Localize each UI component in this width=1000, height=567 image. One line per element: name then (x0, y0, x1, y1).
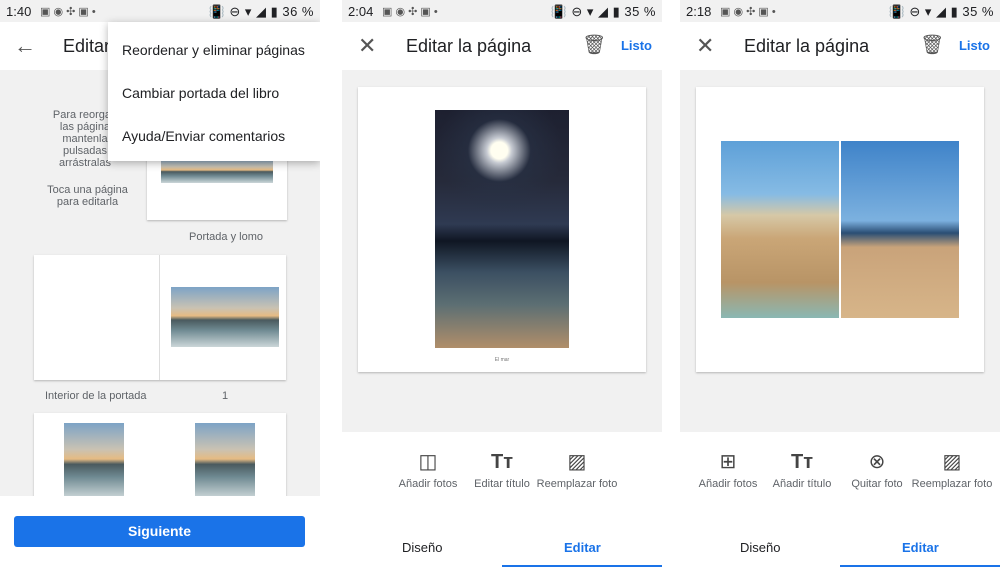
app-bar: ✕ Editar la página 🗑 Listo (342, 22, 662, 70)
close-icon[interactable]: ✕ (696, 33, 714, 59)
hint-line: para editarla (56, 196, 119, 208)
status-right: 📳 ⊖ ▾ ◢ ▮ 35 % (888, 4, 994, 19)
bottom-tabs: Diseño Editar (680, 527, 1000, 567)
status-bar: 1:40 ▣ ◉ ✣ ▣ • 📳 ⊖ ▾ ◢ ▮ 36 % (0, 0, 320, 22)
replace-photo-tool[interactable]: ▨ Reemplazar foto (907, 450, 997, 490)
menu-item-help[interactable]: Ayuda/Enviar comentarios (122, 128, 285, 144)
page-title: Editar la página (744, 36, 870, 56)
tool-row: ◫ Añadir fotos Tт Editar título ▨ Reempl… (342, 432, 662, 527)
replace-photo-icon: ▨ (567, 451, 587, 473)
tool-label: Añadir título (772, 478, 832, 490)
replace-photo-icon: ▨ (942, 451, 962, 473)
bottom-tabs: Diseño Editar (342, 527, 662, 567)
spine-divider (159, 255, 160, 380)
menu-item-change-cover[interactable]: Cambiar portada del libro (122, 85, 279, 101)
photo-caption[interactable]: El mar (358, 357, 646, 363)
status-time: 2:18 (686, 4, 712, 19)
done-button[interactable]: Listo (621, 38, 652, 53)
app-bar: ✕ Editar la página 🗑 Listo (680, 22, 1000, 70)
page-photo[interactable] (841, 141, 959, 318)
tool-label: Editar título (474, 478, 530, 490)
page-title: Editar la página (406, 36, 532, 56)
page-preview[interactable]: El mar (358, 87, 646, 372)
replace-photo-tool[interactable]: ▨ Reemplazar foto (532, 450, 622, 490)
page-preview[interactable] (696, 87, 984, 372)
page-photo (64, 423, 124, 498)
tab-layout[interactable]: Diseño (402, 540, 442, 555)
tab-layout[interactable]: Diseño (740, 540, 780, 555)
page-photo[interactable] (435, 110, 569, 348)
tool-label: Añadir fotos (398, 478, 458, 490)
battery-level: 35 % (962, 4, 994, 19)
battery-level: 36 % (282, 4, 314, 19)
screen-edit-page-single: 2:04 ▣ ◉ ✣ ▣ • 📳 ⊖ ▾ ◢ ▮ 35 % ✕ Editar l… (342, 0, 662, 567)
separator (662, 0, 680, 567)
close-icon[interactable]: ✕ (358, 33, 376, 59)
hint-line: Toca una página (47, 184, 128, 196)
screen-book-editor: 1:40 ▣ ◉ ✣ ▣ • 📳 ⊖ ▾ ◢ ▮ 36 % ← Editar P… (0, 0, 320, 567)
next-button[interactable]: Siguiente (14, 516, 305, 547)
cover-caption: Portada y lomo (189, 231, 263, 243)
delete-icon[interactable]: 🗑 (920, 33, 944, 57)
page-title: Editar (63, 36, 111, 56)
done-button[interactable]: Listo (959, 38, 990, 53)
battery-level: 35 % (624, 4, 656, 19)
tool-label: Quitar foto (851, 478, 903, 490)
notification-icons: ▣ ◉ ✣ ▣ • (40, 6, 96, 18)
back-arrow-icon[interactable]: ← (14, 33, 36, 59)
status-right: 📳 ⊖ ▾ ◢ ▮ 36 % (208, 4, 314, 19)
tool-label: Añadir fotos (698, 478, 758, 490)
overflow-menu: Reordenar y eliminar páginas Cambiar por… (108, 22, 320, 161)
page-photo (195, 423, 255, 498)
tab-edit[interactable]: Editar (564, 540, 601, 555)
tool-label: Reemplazar foto (536, 478, 618, 490)
screen-edit-page-double: 2:18 ▣ ◉ ✣ ▣ • 📳 ⊖ ▾ ◢ ▮ 35 % ✕ Editar l… (680, 0, 1000, 567)
cover-photo (161, 158, 273, 183)
tool-label: Reemplazar foto (911, 478, 993, 490)
status-bar: 2:18 ▣ ◉ ✣ ▣ • 📳 ⊖ ▾ ◢ ▮ 35 % (680, 0, 1000, 22)
notification-icons: ▣ ◉ ✣ ▣ • (382, 6, 438, 18)
notification-icons: ▣ ◉ ✣ ▣ • (720, 6, 776, 18)
tool-row: ⊞ Añadir fotos Tт Añadir título ⊗ Quitar… (680, 432, 1000, 527)
page-photo[interactable] (721, 141, 839, 318)
page-photo (171, 287, 279, 347)
status-right: 📳 ⊖ ▾ ◢ ▮ 35 % (550, 4, 656, 19)
inner-cover-caption: Interior de la portada (45, 390, 147, 402)
separator (320, 0, 342, 567)
inner-cover-spread[interactable] (34, 255, 286, 380)
menu-item-reorder[interactable]: Reordenar y eliminar páginas (122, 42, 305, 58)
edit-hint: Toca una página para editarla (40, 184, 135, 208)
page-number: 1 (222, 390, 229, 402)
tab-edit[interactable]: Editar (902, 540, 939, 555)
delete-icon[interactable]: 🗑 (582, 33, 606, 57)
status-bar: 2:04 ▣ ◉ ✣ ▣ • 📳 ⊖ ▾ ◢ ▮ 35 % (342, 0, 662, 22)
status-time: 1:40 (6, 4, 32, 19)
status-time: 2:04 (348, 4, 374, 19)
